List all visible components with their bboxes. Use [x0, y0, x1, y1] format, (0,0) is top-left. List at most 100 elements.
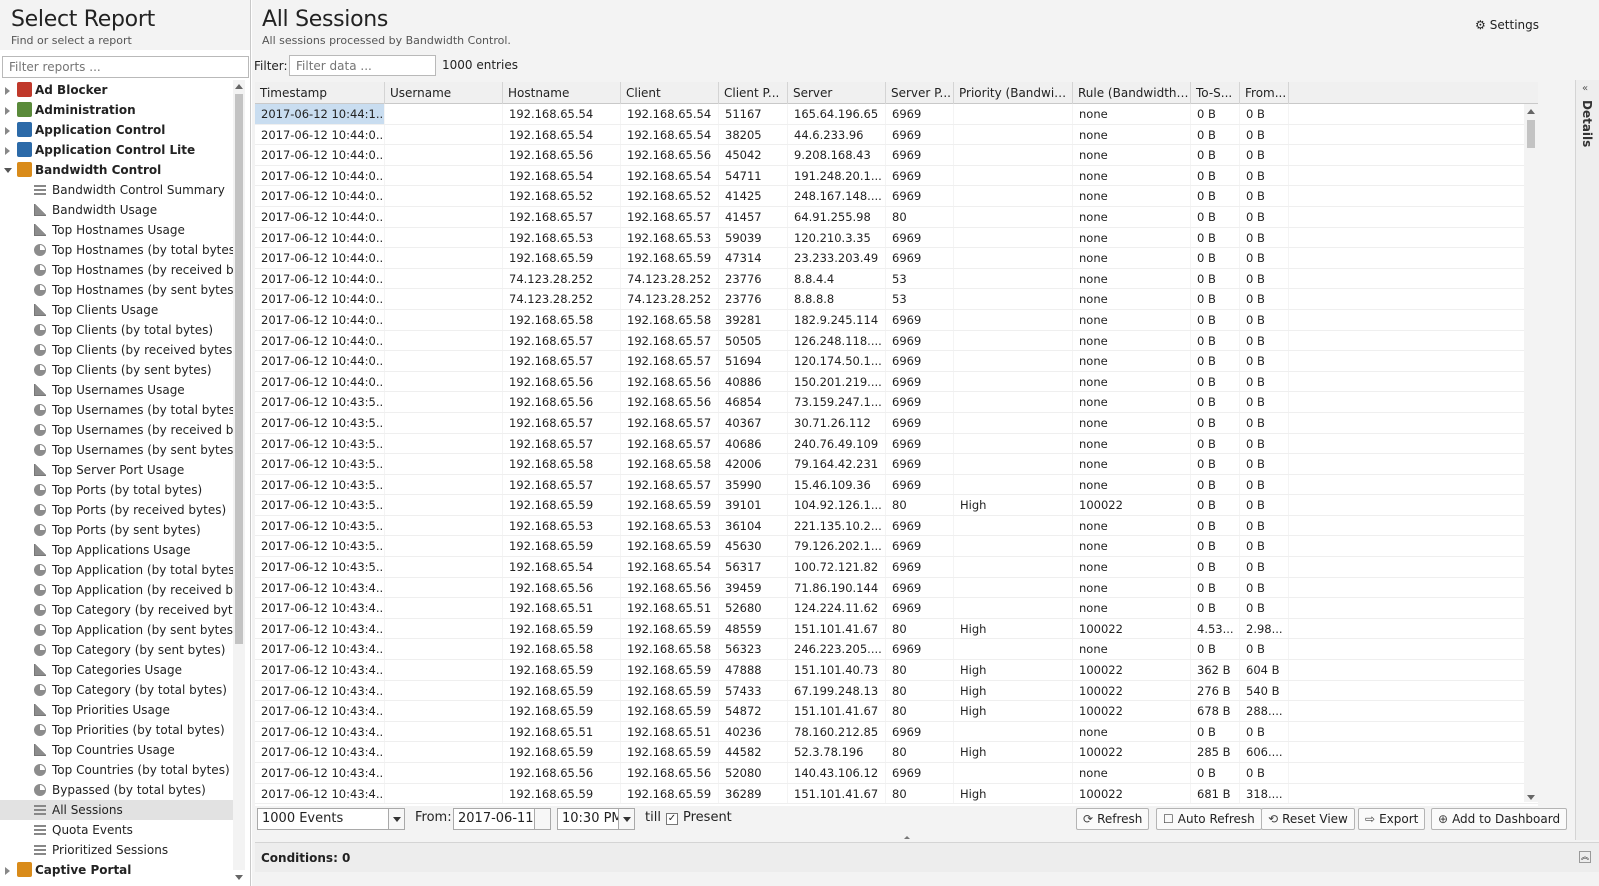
export-button[interactable]: ⇨ Export: [1358, 808, 1426, 830]
column-header[interactable]: Rule (Bandwidth ...: [1073, 82, 1191, 104]
tree-report-item[interactable]: Top Category (by received bytes): [0, 600, 236, 620]
report-tree-scrollbar[interactable]: [233, 80, 245, 880]
splitter-handle-icon[interactable]: [904, 836, 910, 839]
column-header[interactable]: Server P...: [886, 82, 954, 104]
data-filter-input[interactable]: [289, 55, 436, 76]
table-row[interactable]: 2017-06-12 10:44:0... 192.168.65.57 192.16…: [255, 206, 1538, 228]
table-scrollbar[interactable]: [1524, 104, 1538, 802]
column-header[interactable]: Priority (Bandwid...: [954, 82, 1073, 104]
collapsed-arrow-icon[interactable]: [5, 127, 10, 135]
tree-report-item[interactable]: Top Hostnames Usage: [0, 220, 236, 240]
tree-report-item[interactable]: Top Usernames (by sent bytes): [0, 440, 236, 460]
scroll-down-arrow-icon[interactable]: [235, 875, 243, 880]
scroll-up-arrow-icon[interactable]: [1527, 109, 1535, 114]
tree-category[interactable]: Captive Portal: [0, 860, 236, 880]
conditions-panel[interactable]: Conditions: 0 ︽: [255, 842, 1599, 872]
tree-report-item[interactable]: Top Priorities Usage: [0, 700, 236, 720]
table-row[interactable]: 2017-06-12 10:44:0... 74.123.28.252 74.123…: [255, 268, 1538, 290]
table-row[interactable]: 2017-06-12 10:43:5... 192.168.65.57 192.16…: [255, 433, 1538, 455]
tree-report-item[interactable]: Top Ports (by received bytes): [0, 500, 236, 520]
column-header[interactable]: Timestamp: [255, 82, 385, 104]
tree-report-item[interactable]: Top Server Port Usage: [0, 460, 236, 480]
tree-category[interactable]: Administration: [0, 100, 236, 120]
collapsed-arrow-icon[interactable]: [5, 87, 10, 95]
table-row[interactable]: 2017-06-12 10:43:5... 192.168.65.59 192.16…: [255, 536, 1538, 558]
tree-report-item[interactable]: Bandwidth Usage: [0, 200, 236, 220]
tree-report-item[interactable]: Top Applications Usage: [0, 540, 236, 560]
expand-conditions-icon[interactable]: ︽: [1579, 851, 1591, 863]
from-date-field[interactable]: 2017-06-11: [453, 808, 551, 830]
tree-report-item[interactable]: Top Category (by total bytes): [0, 680, 236, 700]
column-header[interactable]: Hostname: [503, 82, 621, 104]
tree-report-item[interactable]: Top Usernames Usage: [0, 380, 236, 400]
expand-details-icon[interactable]: «: [1582, 84, 1594, 96]
refresh-button[interactable]: ⟳ Refresh: [1076, 808, 1150, 830]
tree-report-item[interactable]: Top Categories Usage: [0, 660, 236, 680]
column-header[interactable]: From...: [1240, 82, 1289, 104]
table-row[interactable]: 2017-06-12 10:43:4... 192.168.65.58 192.16…: [255, 639, 1538, 661]
table-row[interactable]: 2017-06-12 10:44:0... 192.168.65.56 192.16…: [255, 371, 1538, 393]
column-header[interactable]: Server: [788, 82, 886, 104]
tree-report-item[interactable]: Top Hostnames (by total bytes): [0, 240, 236, 260]
table-row[interactable]: 2017-06-12 10:43:5... 192.168.65.54 192.16…: [255, 557, 1538, 578]
table-row[interactable]: 2017-06-12 10:43:5... 192.168.65.57 192.16…: [255, 412, 1538, 434]
tree-report-item[interactable]: Top Category (by sent bytes): [0, 640, 236, 660]
table-row[interactable]: 2017-06-12 10:43:4... 192.168.65.56 192.16…: [255, 763, 1538, 784]
reset-view-button[interactable]: ⟲ Reset View: [1261, 808, 1355, 830]
table-row[interactable]: 2017-06-12 10:44:0... 192.168.65.54 192.16…: [255, 124, 1538, 146]
tree-category[interactable]: Application Control Lite: [0, 140, 236, 160]
tree-report-item[interactable]: Top Application (by sent bytes): [0, 620, 236, 640]
tree-report-item[interactable]: Top Clients (by sent bytes): [0, 360, 236, 380]
table-row[interactable]: 2017-06-12 10:43:4... 192.168.65.59 192.16…: [255, 783, 1538, 805]
table-row[interactable]: 2017-06-12 10:43:5... 192.168.65.59 192.16…: [255, 495, 1538, 516]
tree-report-item[interactable]: Top Clients (by total bytes): [0, 320, 236, 340]
table-row[interactable]: 2017-06-12 10:43:5... 192.168.65.57 192.16…: [255, 474, 1538, 496]
table-row[interactable]: 2017-06-12 10:44:0... 192.168.65.56 192.16…: [255, 145, 1538, 166]
add-to-dashboard-button[interactable]: ⊕ Add to Dashboard: [1431, 808, 1568, 830]
tree-report-item[interactable]: Top Application (by total bytes): [0, 560, 236, 580]
details-panel-tab[interactable]: « Details: [1575, 80, 1599, 840]
tree-report-item[interactable]: Top Hostnames (by received byte...: [0, 260, 236, 280]
table-row[interactable]: 2017-06-12 10:43:4... 192.168.65.59 192.16…: [255, 660, 1538, 681]
collapsed-arrow-icon[interactable]: [5, 147, 10, 155]
column-header[interactable]: Client P...: [719, 82, 788, 104]
tree-category[interactable]: Ad Blocker: [0, 80, 236, 100]
column-header[interactable]: To-S...: [1191, 82, 1240, 104]
table-row[interactable]: 2017-06-12 10:44:0... 192.168.65.54 192.16…: [255, 165, 1538, 187]
table-row[interactable]: 2017-06-12 10:43:4... 192.168.65.59 192.16…: [255, 618, 1538, 640]
tree-report-item[interactable]: All Sessions: [0, 800, 236, 820]
tree-report-item[interactable]: Top Priorities (by total bytes): [0, 720, 236, 740]
tree-report-item[interactable]: Bandwidth Control Summary: [0, 180, 236, 200]
present-checkbox[interactable]: ✓: [666, 813, 678, 825]
table-row[interactable]: 2017-06-12 10:44:0... 192.168.65.59 192.16…: [255, 248, 1538, 269]
table-row[interactable]: 2017-06-12 10:44:1... 192.168.65.54 192.16…: [255, 104, 1538, 125]
table-scroll-thumb[interactable]: [1527, 120, 1535, 148]
table-row[interactable]: 2017-06-12 10:43:4... 192.168.65.56 192.16…: [255, 577, 1538, 599]
from-time-select[interactable]: 10:30 PM: [557, 808, 635, 830]
tree-report-item[interactable]: Top Usernames (by total bytes): [0, 400, 236, 420]
events-limit-select[interactable]: 1000 Events: [257, 808, 405, 830]
tree-report-item[interactable]: Quota Events: [0, 820, 236, 840]
expanded-arrow-icon[interactable]: [4, 168, 12, 173]
table-row[interactable]: 2017-06-12 10:44:0... 74.123.28.252 74.123…: [255, 289, 1538, 310]
table-row[interactable]: 2017-06-12 10:44:0... 192.168.65.58 192.16…: [255, 309, 1538, 331]
table-row[interactable]: 2017-06-12 10:43:4... 192.168.65.51 192.16…: [255, 721, 1538, 743]
tree-report-item[interactable]: Top Usernames (by received bytes): [0, 420, 236, 440]
tree-report-item[interactable]: Top Clients Usage: [0, 300, 236, 320]
tree-report-item[interactable]: Top Hostnames (by sent bytes): [0, 280, 236, 300]
collapsed-arrow-icon[interactable]: [5, 867, 10, 875]
tree-category[interactable]: Application Control: [0, 120, 236, 140]
table-row[interactable]: 2017-06-12 10:44:0... 192.168.65.57 192.16…: [255, 330, 1538, 352]
table-row[interactable]: 2017-06-12 10:43:4... 192.168.65.59 192.16…: [255, 742, 1538, 763]
tree-report-item[interactable]: Top Ports (by sent bytes): [0, 520, 236, 540]
tree-report-item[interactable]: Prioritized Sessions: [0, 840, 236, 860]
auto-refresh-button[interactable]: ☐ Auto Refresh: [1156, 808, 1262, 830]
table-row[interactable]: 2017-06-12 10:43:5... 192.168.65.56 192.16…: [255, 392, 1538, 413]
scroll-down-arrow-icon[interactable]: [1527, 795, 1535, 800]
table-row[interactable]: 2017-06-12 10:44:0... 192.168.65.57 192.16…: [255, 351, 1538, 372]
tree-report-item[interactable]: Top Application (by received bytes): [0, 580, 236, 600]
calendar-icon[interactable]: [534, 809, 550, 829]
column-header[interactable]: Username: [385, 82, 503, 104]
settings-button[interactable]: ⚙ Settings: [1475, 18, 1539, 32]
report-filter-input[interactable]: [2, 56, 249, 78]
